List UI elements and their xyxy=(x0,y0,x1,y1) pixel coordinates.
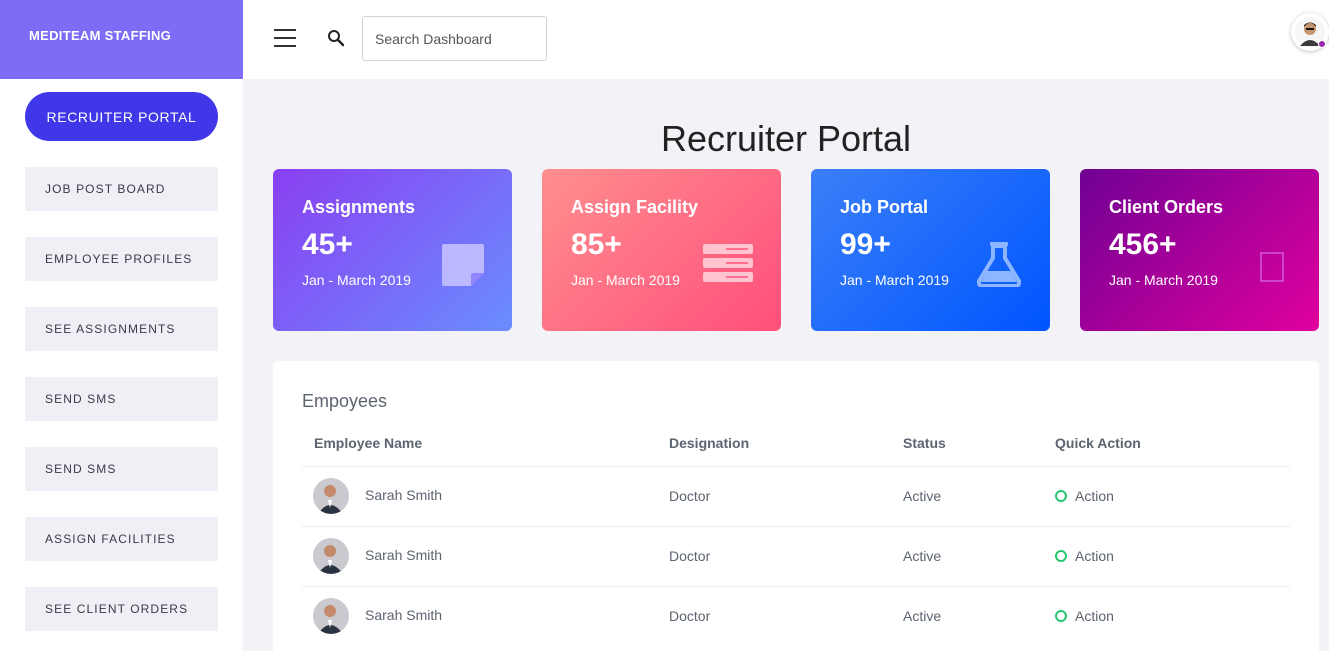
column-header-status[interactable]: Status xyxy=(903,435,946,451)
panel-title: Empoyees xyxy=(302,391,388,411)
page-title: Recruiter Portal xyxy=(660,118,912,159)
action-label: Action xyxy=(1075,608,1114,624)
employee-designation: Doctor xyxy=(669,608,711,624)
sidebar-item-employee-profiles[interactable]: EMPLOYEE PROFILES xyxy=(25,237,218,281)
employee-status: Active xyxy=(903,608,942,624)
search-icon[interactable] xyxy=(327,29,345,47)
employee-name: Sarah Smith xyxy=(365,547,443,563)
recruiter-portal-button[interactable]: RECRUITER PORTAL xyxy=(25,92,218,141)
row-divider xyxy=(302,466,1290,467)
card-title: Client Orders xyxy=(1109,197,1224,217)
card-title: Assignments xyxy=(302,197,416,217)
quick-action-button[interactable]: Action xyxy=(1055,608,1114,624)
sidebar-item-job-post-board[interactable]: JOB POST BOARD xyxy=(25,167,218,211)
stat-card-assign-facility[interactable]: Assign Facility 85+ Jan - March 2019 xyxy=(542,169,781,331)
sticky-note-icon xyxy=(442,244,484,286)
action-label: Action xyxy=(1075,548,1114,564)
employee-designation: Doctor xyxy=(669,488,711,504)
employee-status: Active xyxy=(903,548,942,564)
employee-name: Sarah Smith xyxy=(365,607,443,623)
status-ring-icon xyxy=(1055,550,1067,562)
server-icon xyxy=(703,244,753,282)
card-title: Job Portal xyxy=(840,197,929,217)
employee-designation: Doctor xyxy=(669,548,711,564)
sidebar: MEDITEAM STAFFING RECRUITER PORTAL JOB P… xyxy=(0,0,243,651)
brand-logo[interactable]: MEDITEAM STAFFING xyxy=(0,0,243,79)
menu-icon[interactable] xyxy=(274,29,296,47)
sidebar-item-send-sms[interactable]: SEND SMS xyxy=(25,377,218,421)
card-title: Assign Facility xyxy=(571,197,699,217)
stat-card-assignments[interactable]: Assignments 45+ Jan - March 2019 xyxy=(273,169,512,331)
employee-name: Sarah Smith xyxy=(365,487,443,503)
employee-status: Active xyxy=(903,488,942,504)
row-divider xyxy=(302,586,1290,587)
card-value: 456+ xyxy=(1109,228,1177,261)
top-header xyxy=(243,0,1329,79)
column-header-employee-name[interactable]: Employee Name xyxy=(314,435,422,451)
quick-action-button[interactable]: Action xyxy=(1055,548,1114,564)
flask-icon xyxy=(977,242,1021,287)
column-header-designation[interactable]: Designation xyxy=(669,435,749,451)
stat-card-job-portal[interactable]: Job Portal 99+ Jan - March 2019 xyxy=(811,169,1050,331)
sidebar-item-send-sms-2[interactable]: SEND SMS xyxy=(25,447,218,491)
search-input[interactable] xyxy=(362,16,547,61)
stat-card-client-orders[interactable]: Client Orders 456+ Jan - March 2019 xyxy=(1080,169,1319,331)
status-ring-icon xyxy=(1055,610,1067,622)
row-divider xyxy=(302,526,1290,527)
avatar xyxy=(313,538,349,574)
action-label: Action xyxy=(1075,488,1114,504)
avatar xyxy=(313,478,349,514)
status-ring-icon xyxy=(1055,490,1067,502)
column-header-quick-action[interactable]: Quick Action xyxy=(1055,435,1141,451)
card-range: Jan - March 2019 xyxy=(1109,272,1218,288)
online-status-dot xyxy=(1318,40,1326,48)
sidebar-item-assign-facilities[interactable]: ASSIGN FACILITIES xyxy=(25,517,218,561)
employees-panel: Empoyees Employee Name Designation Statu… xyxy=(273,361,1319,651)
square-outline-icon xyxy=(1260,252,1284,282)
sidebar-item-see-client-orders[interactable]: SEE CLIENT ORDERS xyxy=(25,587,218,631)
quick-action-button[interactable]: Action xyxy=(1055,488,1114,504)
avatar xyxy=(313,598,349,634)
sidebar-item-see-assignments[interactable]: SEE ASSIGNMENTS xyxy=(25,307,218,351)
